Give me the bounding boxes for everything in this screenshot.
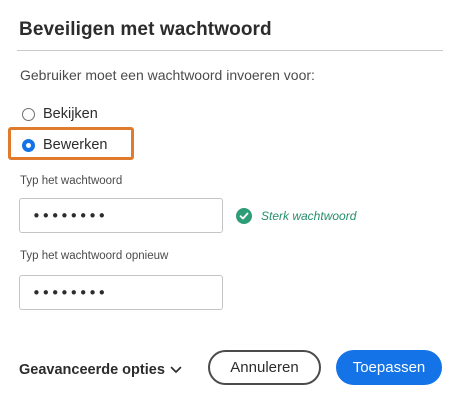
advanced-options-toggle[interactable]: Geavanceerde opties: [19, 361, 182, 378]
password-strength: Sterk wachtwoord: [236, 208, 356, 224]
radio-edit-label: Bewerken: [43, 137, 108, 153]
check-circle-icon: [236, 208, 252, 224]
radio-edit[interactable]: [22, 138, 35, 152]
title-divider: [17, 50, 443, 51]
password-dialog: Beveiligen met wachtwoord Gebruiker moet…: [0, 0, 454, 394]
radio-option-edit[interactable]: Bewerken: [22, 137, 107, 153]
radio-view-label: Bekijken: [43, 106, 98, 122]
confirm-password-label: Typ het wachtwoord opnieuw: [20, 250, 169, 262]
radio-option-view[interactable]: Bekijken: [22, 106, 98, 122]
instruction-text: Gebruiker moet een wachtwoord invoeren v…: [20, 67, 315, 83]
password-input[interactable]: ••••••••: [19, 198, 223, 233]
strength-text: Sterk wachtwoord: [261, 209, 357, 223]
dialog-title: Beveiligen met wachtwoord: [19, 19, 272, 40]
advanced-options-label: Geavanceerde opties: [19, 361, 165, 378]
password-label: Typ het wachtwoord: [20, 175, 123, 187]
chevron-down-icon: [170, 362, 182, 378]
cancel-button[interactable]: Annuleren: [208, 350, 321, 385]
confirm-password-input[interactable]: ••••••••: [19, 275, 223, 310]
radio-view[interactable]: [22, 107, 35, 121]
apply-button[interactable]: Toepassen: [336, 350, 442, 385]
